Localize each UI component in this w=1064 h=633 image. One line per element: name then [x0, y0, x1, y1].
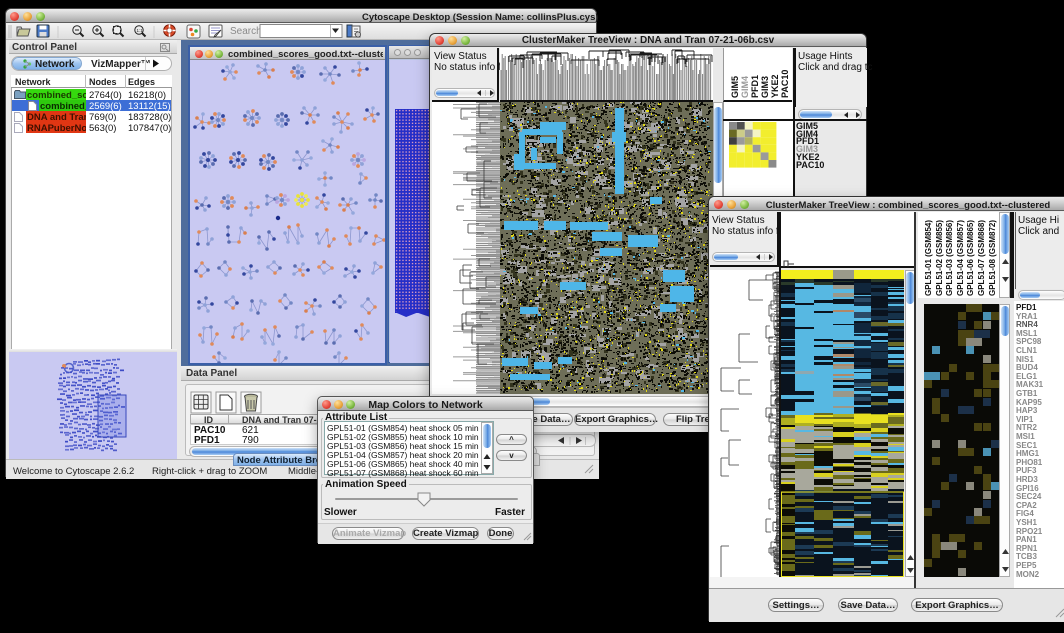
svg-text:1:1: 1:1 [137, 28, 144, 33]
svg-text:Search:: Search: [230, 26, 264, 37]
